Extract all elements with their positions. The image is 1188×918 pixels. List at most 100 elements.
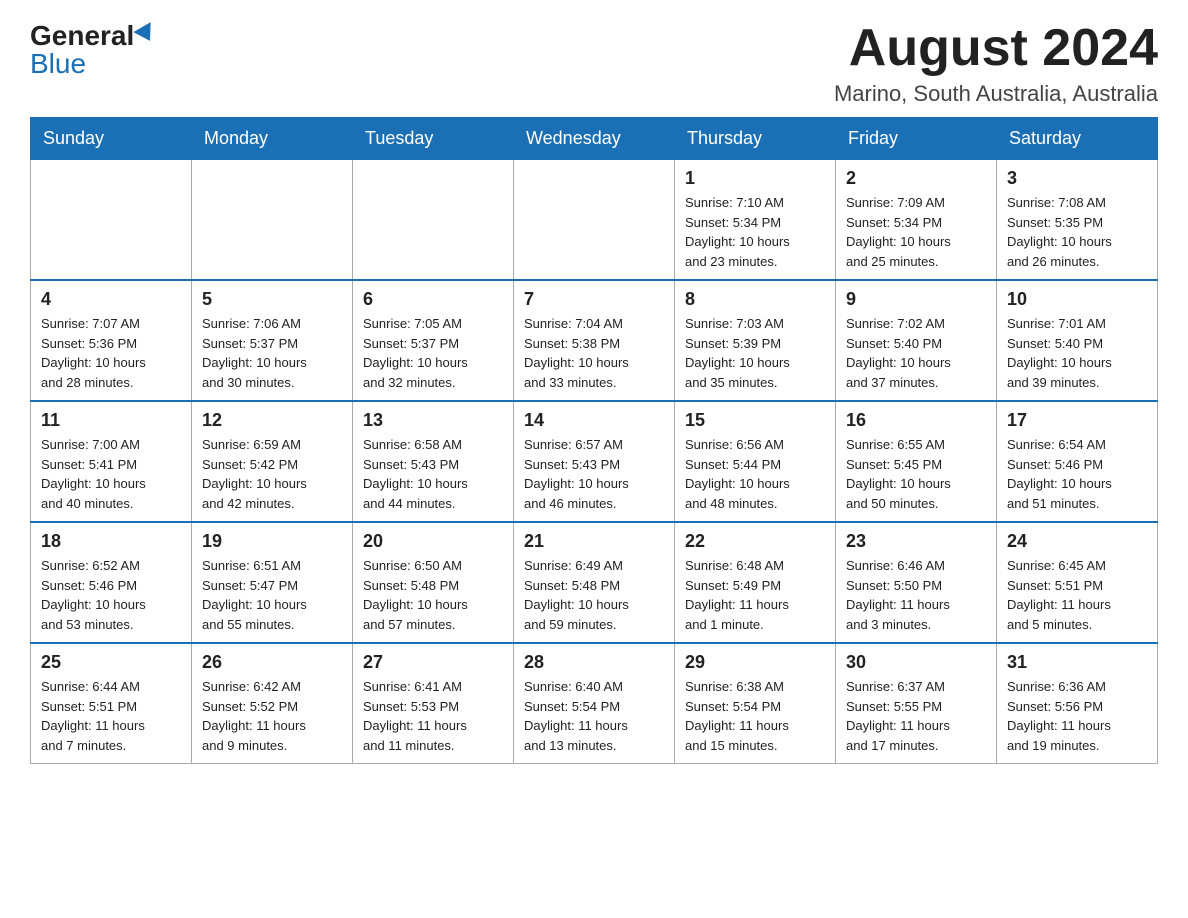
day-number: 27 — [363, 652, 503, 673]
day-number: 28 — [524, 652, 664, 673]
day-number: 15 — [685, 410, 825, 431]
day-info: Sunrise: 6:56 AM Sunset: 5:44 PM Dayligh… — [685, 435, 825, 513]
day-number: 23 — [846, 531, 986, 552]
table-row — [192, 160, 353, 281]
day-info: Sunrise: 7:07 AM Sunset: 5:36 PM Dayligh… — [41, 314, 181, 392]
table-row: 21Sunrise: 6:49 AM Sunset: 5:48 PM Dayli… — [514, 522, 675, 643]
day-info: Sunrise: 7:04 AM Sunset: 5:38 PM Dayligh… — [524, 314, 664, 392]
table-row: 1 Sunrise: 7:10 AM Sunset: 5:34 PM Daylig… — [675, 160, 836, 281]
title-area: August 2024 Marino, South Australia, Aus… — [834, 20, 1158, 107]
table-row: 26 Sunrise: 6:42 AM Sunset: 5:52 PM Dayli… — [192, 643, 353, 764]
location-title: Marino, South Australia, Australia — [834, 81, 1158, 107]
day-info: Sunrise: 6:41 AM Sunset: 5:53 PM Dayligh… — [363, 677, 503, 755]
day-info: Sunrise: 6:42 AM Sunset: 5:52 PM Dayligh… — [202, 677, 342, 755]
day-info: Sunrise: 6:46 AM Sunset: 5:50 PM Dayligh… — [846, 556, 986, 634]
table-row: 17Sunrise: 6:54 AM Sunset: 5:46 PM Dayli… — [997, 401, 1158, 522]
table-row — [353, 160, 514, 281]
day-info: Sunrise: 7:02 AM Sunset: 5:40 PM Dayligh… — [846, 314, 986, 392]
day-number: 16 — [846, 410, 986, 431]
table-row: 3Sunrise: 7:08 AM Sunset: 5:35 PM Daylig… — [997, 160, 1158, 281]
table-row: 25 Sunrise: 6:44 AM Sunset: 5:51 PM Dayli… — [31, 643, 192, 764]
calendar-week-row: 4 Sunrise: 7:07 AM Sunset: 5:36 PM Daylig… — [31, 280, 1158, 401]
day-info: Sunrise: 6:38 AM Sunset: 5:54 PM Dayligh… — [685, 677, 825, 755]
col-tuesday: Tuesday — [353, 118, 514, 160]
table-row: 12Sunrise: 6:59 AM Sunset: 5:42 PM Dayli… — [192, 401, 353, 522]
calendar-week-row: 25 Sunrise: 6:44 AM Sunset: 5:51 PM Dayli… — [31, 643, 1158, 764]
day-info: Sunrise: 6:36 AM Sunset: 5:56 PM Dayligh… — [1007, 677, 1147, 755]
col-friday: Friday — [836, 118, 997, 160]
table-row: 10Sunrise: 7:01 AM Sunset: 5:40 PM Dayli… — [997, 280, 1158, 401]
day-info: Sunrise: 6:52 AM Sunset: 5:46 PM Dayligh… — [41, 556, 181, 634]
table-row: 8 Sunrise: 7:03 AM Sunset: 5:39 PM Daylig… — [675, 280, 836, 401]
day-number: 13 — [363, 410, 503, 431]
day-number: 14 — [524, 410, 664, 431]
day-info: Sunrise: 7:10 AM Sunset: 5:34 PM Dayligh… — [685, 193, 825, 271]
col-wednesday: Wednesday — [514, 118, 675, 160]
table-row: 16 Sunrise: 6:55 AM Sunset: 5:45 PM Dayli… — [836, 401, 997, 522]
table-row: 23 Sunrise: 6:46 AM Sunset: 5:50 PM Dayli… — [836, 522, 997, 643]
day-number: 1 — [685, 168, 825, 189]
day-info: Sunrise: 7:03 AM Sunset: 5:39 PM Dayligh… — [685, 314, 825, 392]
table-row: 9 Sunrise: 7:02 AM Sunset: 5:40 PM Daylig… — [836, 280, 997, 401]
col-sunday: Sunday — [31, 118, 192, 160]
day-info: Sunrise: 6:54 AM Sunset: 5:46 PM Dayligh… — [1007, 435, 1147, 513]
day-info: Sunrise: 6:49 AM Sunset: 5:48 PM Dayligh… — [524, 556, 664, 634]
day-info: Sunrise: 7:08 AM Sunset: 5:35 PM Dayligh… — [1007, 193, 1147, 271]
day-number: 7 — [524, 289, 664, 310]
day-info: Sunrise: 6:37 AM Sunset: 5:55 PM Dayligh… — [846, 677, 986, 755]
header: General Blue August 2024 Marino, South A… — [30, 20, 1158, 107]
day-number: 22 — [685, 531, 825, 552]
day-number: 25 — [41, 652, 181, 673]
day-info: Sunrise: 7:06 AM Sunset: 5:37 PM Dayligh… — [202, 314, 342, 392]
day-number: 6 — [363, 289, 503, 310]
calendar-week-row: 18 Sunrise: 6:52 AM Sunset: 5:46 PM Dayli… — [31, 522, 1158, 643]
table-row: 22 Sunrise: 6:48 AM Sunset: 5:49 PM Dayli… — [675, 522, 836, 643]
day-info: Sunrise: 6:48 AM Sunset: 5:49 PM Dayligh… — [685, 556, 825, 634]
table-row: 5 Sunrise: 7:06 AM Sunset: 5:37 PM Daylig… — [192, 280, 353, 401]
calendar-table: Sunday Monday Tuesday Wednesday Thursday… — [30, 117, 1158, 764]
day-info: Sunrise: 6:57 AM Sunset: 5:43 PM Dayligh… — [524, 435, 664, 513]
table-row: 6Sunrise: 7:05 AM Sunset: 5:37 PM Daylig… — [353, 280, 514, 401]
logo-blue-text: Blue — [30, 48, 86, 79]
day-info: Sunrise: 6:50 AM Sunset: 5:48 PM Dayligh… — [363, 556, 503, 634]
table-row: 20Sunrise: 6:50 AM Sunset: 5:48 PM Dayli… — [353, 522, 514, 643]
day-info: Sunrise: 6:44 AM Sunset: 5:51 PM Dayligh… — [41, 677, 181, 755]
day-number: 8 — [685, 289, 825, 310]
day-info: Sunrise: 6:40 AM Sunset: 5:54 PM Dayligh… — [524, 677, 664, 755]
day-info: Sunrise: 7:00 AM Sunset: 5:41 PM Dayligh… — [41, 435, 181, 513]
day-number: 9 — [846, 289, 986, 310]
day-info: Sunrise: 6:55 AM Sunset: 5:45 PM Dayligh… — [846, 435, 986, 513]
table-row: 27 Sunrise: 6:41 AM Sunset: 5:53 PM Dayli… — [353, 643, 514, 764]
day-number: 18 — [41, 531, 181, 552]
table-row: 29 Sunrise: 6:38 AM Sunset: 5:54 PM Dayli… — [675, 643, 836, 764]
day-number: 24 — [1007, 531, 1147, 552]
calendar-week-row: 1 Sunrise: 7:10 AM Sunset: 5:34 PM Daylig… — [31, 160, 1158, 281]
table-row: 2Sunrise: 7:09 AM Sunset: 5:34 PM Daylig… — [836, 160, 997, 281]
day-info: Sunrise: 7:01 AM Sunset: 5:40 PM Dayligh… — [1007, 314, 1147, 392]
logo-area: General Blue — [30, 20, 156, 80]
day-number: 11 — [41, 410, 181, 431]
col-monday: Monday — [192, 118, 353, 160]
table-row: 15 Sunrise: 6:56 AM Sunset: 5:44 PM Dayli… — [675, 401, 836, 522]
col-saturday: Saturday — [997, 118, 1158, 160]
day-number: 4 — [41, 289, 181, 310]
day-info: Sunrise: 6:59 AM Sunset: 5:42 PM Dayligh… — [202, 435, 342, 513]
table-row: 24Sunrise: 6:45 AM Sunset: 5:51 PM Dayli… — [997, 522, 1158, 643]
table-row: 13 Sunrise: 6:58 AM Sunset: 5:43 PM Dayli… — [353, 401, 514, 522]
day-number: 29 — [685, 652, 825, 673]
header-row: Sunday Monday Tuesday Wednesday Thursday… — [31, 118, 1158, 160]
table-row — [31, 160, 192, 281]
table-row: 11 Sunrise: 7:00 AM Sunset: 5:41 PM Dayli… — [31, 401, 192, 522]
table-row: 19Sunrise: 6:51 AM Sunset: 5:47 PM Dayli… — [192, 522, 353, 643]
logo-triangle-icon — [134, 22, 159, 46]
day-number: 31 — [1007, 652, 1147, 673]
table-row: 28 Sunrise: 6:40 AM Sunset: 5:54 PM Dayli… — [514, 643, 675, 764]
table-row: 7 Sunrise: 7:04 AM Sunset: 5:38 PM Daylig… — [514, 280, 675, 401]
table-row: 31 Sunrise: 6:36 AM Sunset: 5:56 PM Dayli… — [997, 643, 1158, 764]
day-number: 26 — [202, 652, 342, 673]
day-number: 19 — [202, 531, 342, 552]
day-number: 30 — [846, 652, 986, 673]
day-info: Sunrise: 6:58 AM Sunset: 5:43 PM Dayligh… — [363, 435, 503, 513]
table-row: 30 Sunrise: 6:37 AM Sunset: 5:55 PM Dayli… — [836, 643, 997, 764]
day-number: 5 — [202, 289, 342, 310]
